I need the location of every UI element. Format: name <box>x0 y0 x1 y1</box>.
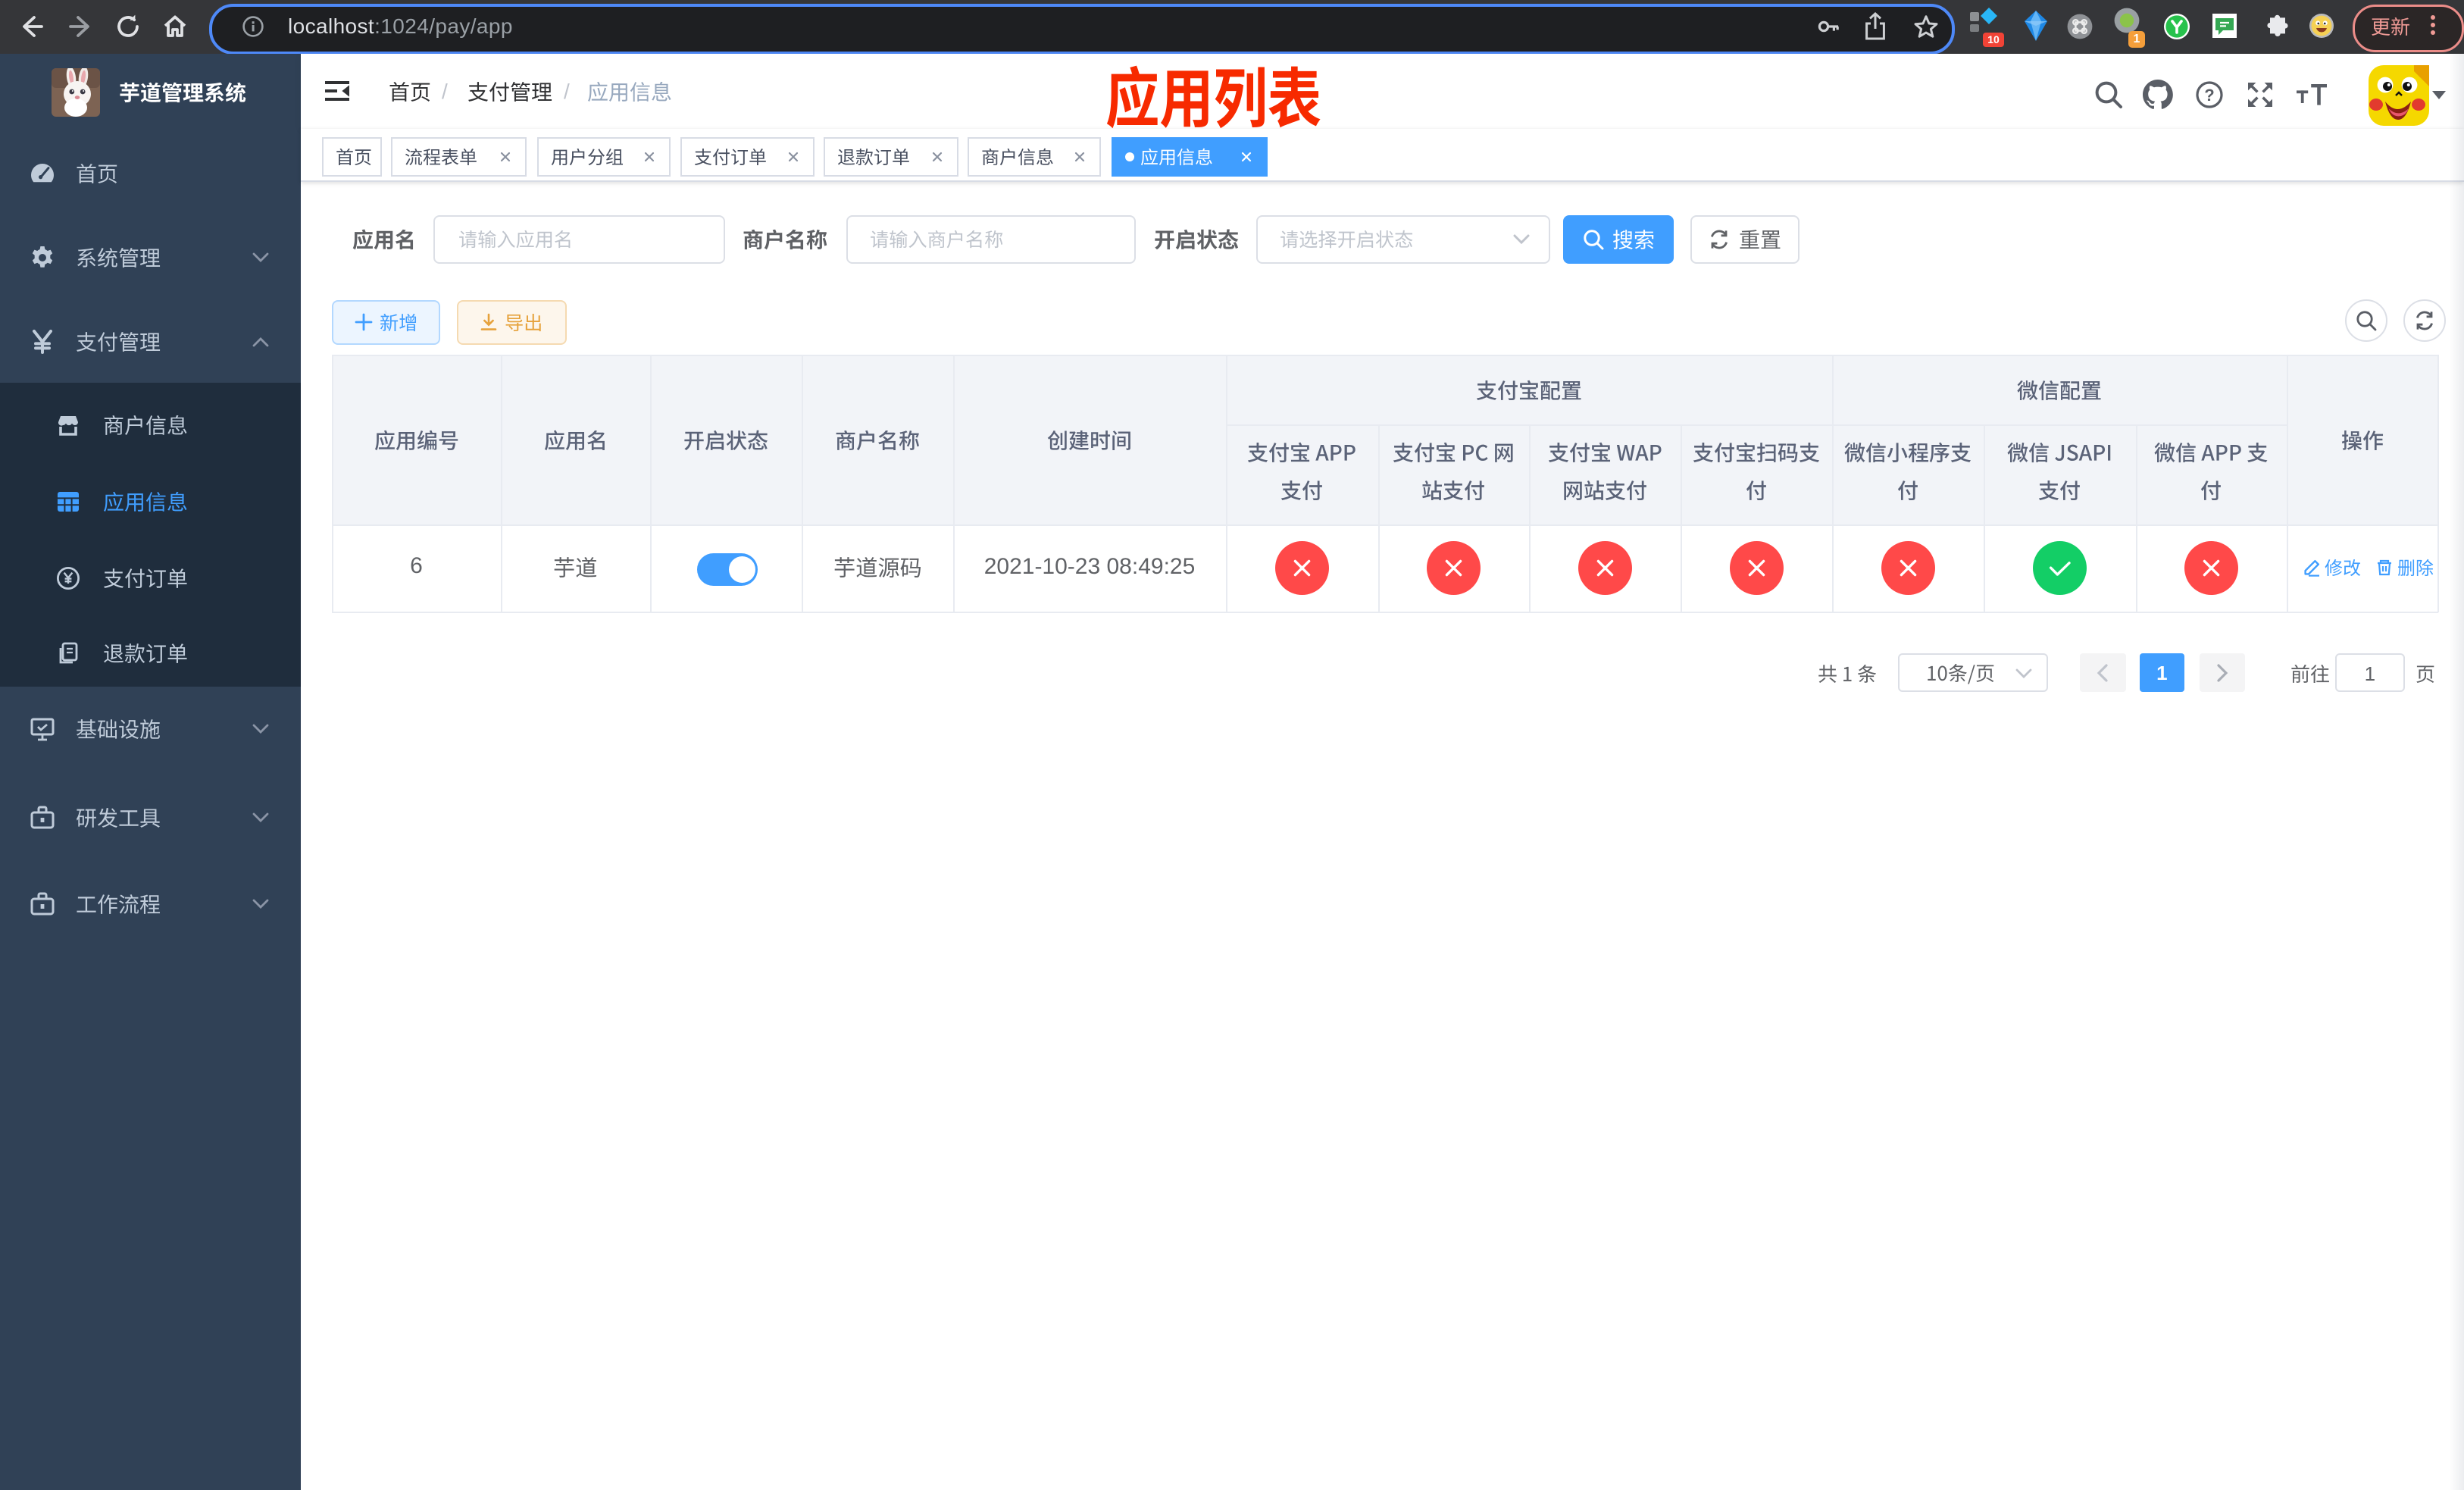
svg-text:?: ? <box>2204 86 2214 105</box>
